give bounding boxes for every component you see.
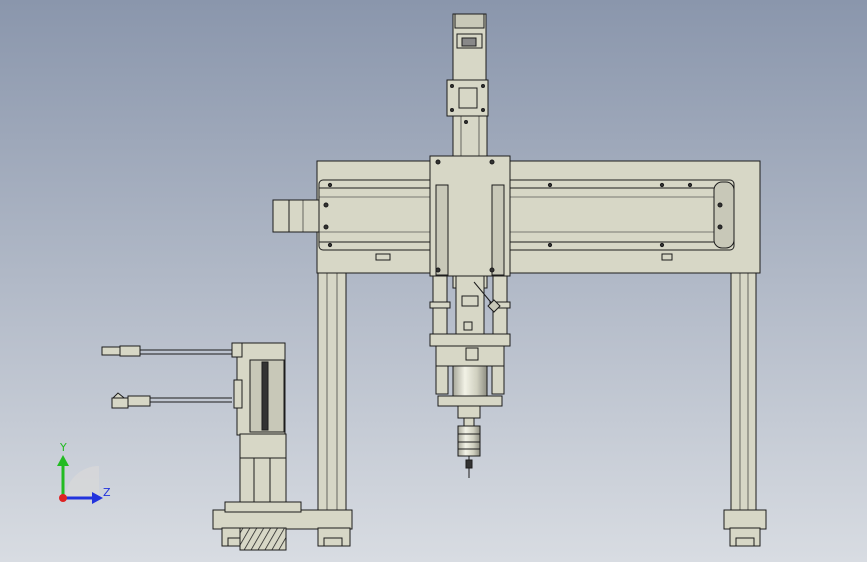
tool-cylinder [452, 365, 488, 397]
tool-spindle [457, 425, 481, 457]
right-foot [723, 509, 767, 530]
right-column [730, 272, 757, 512]
axis-end-motor [272, 199, 320, 233]
triad-x-axis [59, 494, 67, 502]
triad-y-label: Y [60, 441, 67, 454]
left-column [317, 272, 347, 512]
left-foot [212, 509, 353, 530]
gear-rack [239, 527, 287, 551]
tool-flange [429, 333, 511, 347]
cad-viewport[interactable] [0, 0, 867, 562]
axis-body [318, 179, 735, 251]
triad-z-label: Z [103, 486, 111, 499]
